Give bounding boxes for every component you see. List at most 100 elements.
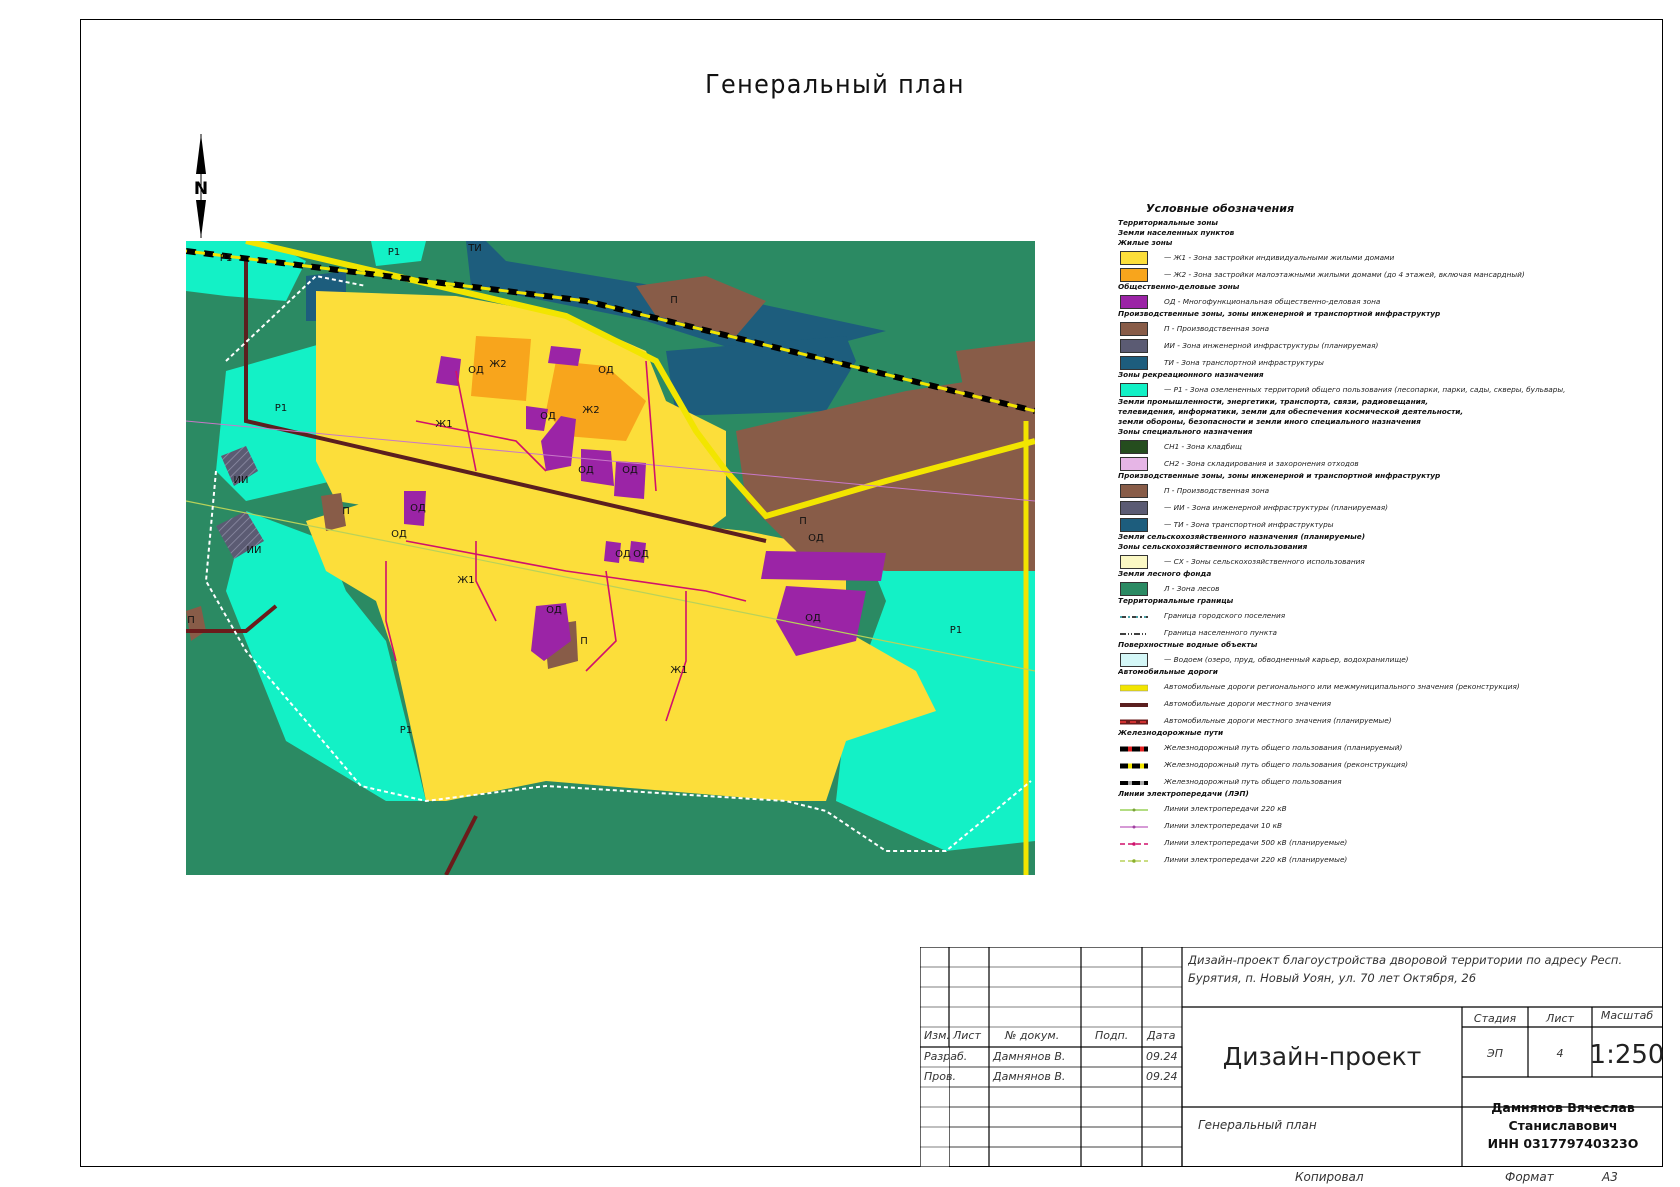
legend-item-label: — ТИ - Зона транспортной инфраструктуры xyxy=(1164,520,1334,529)
legend-swatch xyxy=(1120,582,1148,596)
zone-label: Ж1 xyxy=(435,419,452,430)
stamp-header-izm: Изм. xyxy=(924,1029,950,1042)
legend-heading: Зоны специального назначения xyxy=(1118,427,1253,436)
zone-label: ОД xyxy=(615,549,631,560)
legend-heading: Территориальные границы xyxy=(1118,596,1234,605)
zone-label: ОД xyxy=(391,529,407,540)
zone-label: ТИ xyxy=(467,243,482,254)
legend-heading: Территориальные зоны xyxy=(1118,218,1218,227)
legend-item-label: — Ж1 - Зона застройки индивидуальными жи… xyxy=(1164,253,1395,262)
legend-heading: Автомобильные дороги xyxy=(1118,667,1218,676)
zone-label: ИИ xyxy=(247,545,262,556)
legend-swatch xyxy=(1120,383,1148,397)
stamp-name: Дамнянов В. xyxy=(992,1070,1065,1083)
legend-item-label: Автомобильные дороги местного значения (… xyxy=(1164,716,1392,725)
legend-line-symbol xyxy=(1120,802,1148,816)
legend-line-symbol xyxy=(1120,714,1148,728)
zone-label: ОД xyxy=(410,503,426,514)
legend-item: Граница городского поселения xyxy=(1118,609,1568,625)
title-block: Изм. Лист № докум. Подп. Дата Разраб. Да… xyxy=(920,947,1663,1167)
stamp-role: Пров. xyxy=(924,1070,956,1083)
legend-heading: Земли промышленности, энергетики, трансп… xyxy=(1118,397,1429,406)
page-title: Генеральный план xyxy=(705,70,965,100)
legend-item-label: П - Производственная зона xyxy=(1164,486,1270,495)
zone-label: ОД xyxy=(578,465,594,476)
north-label: N xyxy=(194,179,208,199)
legend-item-label: Железнодорожный путь общего пользования … xyxy=(1164,743,1403,752)
scale-label: Масштаб xyxy=(1601,1009,1653,1022)
copied-label: Копировал xyxy=(1295,1170,1364,1184)
legend-item: П - Производственная зона xyxy=(1118,322,1568,338)
legend-item-label: Автомобильные дороги местного значения xyxy=(1164,699,1331,708)
legend-item-label: Железнодорожный путь общего пользования xyxy=(1164,777,1342,786)
stage-value: ЭП xyxy=(1486,1047,1503,1060)
legend-swatch xyxy=(1120,268,1148,282)
legend-item-label: ОД - Многофункциональная общественно-дел… xyxy=(1164,297,1381,306)
sheet-label: Лист xyxy=(1545,1012,1574,1025)
zone-label: Р1 xyxy=(400,725,412,736)
legend-item-label: Граница населенного пункта xyxy=(1164,628,1277,637)
legend-swatch xyxy=(1120,356,1148,370)
zone-label: Ж1 xyxy=(670,665,687,676)
project-description: Дизайн-проект благоустройства дворовой т… xyxy=(1188,953,1623,985)
legend: Условные обозначения Территориальные зон… xyxy=(1118,200,1568,920)
zone-label: Р1 xyxy=(950,625,962,636)
legend-heading: Общественно-деловые зоны xyxy=(1118,282,1240,291)
legend-item-label: Граница городского поселения xyxy=(1164,611,1286,620)
legend-item: СН1 - Зона кладбищ xyxy=(1118,440,1568,456)
author-name: Дамнянов Вячеслав xyxy=(1491,1100,1635,1115)
legend-line-symbol xyxy=(1120,853,1148,867)
legend-heading: Земли населенных пунктов xyxy=(1118,228,1235,237)
legend-item: Автомобильные дороги местного значения xyxy=(1118,697,1568,713)
zone-label: П xyxy=(580,636,588,647)
legend-item-label: Линии электропередачи 220 кВ xyxy=(1164,804,1287,813)
zone-label: Ж2 xyxy=(582,405,599,416)
zone-label: ОД xyxy=(622,465,638,476)
legend-heading: земли обороны, безопасности и земли иног… xyxy=(1118,417,1421,426)
legend-line-symbol xyxy=(1120,775,1148,789)
project-name: Дизайн-проект xyxy=(1223,1042,1422,1071)
legend-swatch xyxy=(1120,484,1148,498)
legend-item-label: П - Производственная зона xyxy=(1164,324,1270,333)
legend-heading: Поверхностные водные объекты xyxy=(1118,640,1258,649)
legend-item-label: — ИИ - Зона инженерной инфраструктуры (п… xyxy=(1164,503,1388,512)
legend-line-symbol xyxy=(1120,836,1148,850)
zone-label: ОД xyxy=(805,613,821,624)
legend-item: — Ж1 - Зона застройки индивидуальными жи… xyxy=(1118,251,1568,267)
legend-item: Линии электропередачи 220 кВ xyxy=(1118,802,1568,818)
stamp-role: Разраб. xyxy=(924,1050,967,1063)
legend-heading: телевидения, информатики, земли для обес… xyxy=(1118,407,1464,416)
legend-swatch xyxy=(1120,518,1148,532)
author-patronymic: Станиславович xyxy=(1509,1118,1618,1133)
legend-item: Автомобильные дороги регионального или м… xyxy=(1118,680,1568,696)
stamp-header-podp: Подп. xyxy=(1095,1029,1128,1042)
legend-line-symbol xyxy=(1119,680,1149,694)
zone-label: ОД xyxy=(633,549,649,560)
zone-label: ОД xyxy=(540,411,556,422)
legend-item: Линии электропередачи 220 кВ (планируемы… xyxy=(1118,853,1568,869)
legend-item-label: — Ж2 - Зона застройки малоэтажными жилым… xyxy=(1164,270,1525,279)
legend-heading: Жилые зоны xyxy=(1118,238,1173,247)
scale-value: 1:250 xyxy=(1590,1040,1663,1070)
zone-label: П xyxy=(342,506,350,517)
legend-item: Железнодорожный путь общего пользования … xyxy=(1118,758,1568,774)
legend-heading: Зоны рекреационного назначения xyxy=(1118,370,1264,379)
zone-label: ОД xyxy=(468,365,484,376)
zone-label: П xyxy=(670,295,678,306)
zone-label: Р1 xyxy=(220,253,232,264)
zone-label: ОД xyxy=(546,605,562,616)
stamp-header-list: Лист xyxy=(952,1029,981,1042)
legend-heading: Линии электропередачи (ЛЭП) xyxy=(1118,789,1249,798)
legend-line-symbol xyxy=(1120,758,1148,772)
zone-label: П xyxy=(799,516,807,527)
stamp-date: 09.24 xyxy=(1146,1050,1178,1063)
legend-line-symbol xyxy=(1120,819,1148,833)
sheet-title: Генеральный план xyxy=(1198,1118,1317,1132)
legend-item-label: Автомобильные дороги регионального или м… xyxy=(1164,682,1520,691)
legend-item-label: Железнодорожный путь общего пользования … xyxy=(1164,760,1409,769)
legend-item-label: Л - Зона лесов xyxy=(1164,584,1220,593)
legend-swatch xyxy=(1120,322,1148,336)
legend-line-symbol xyxy=(1120,697,1148,711)
legend-swatch xyxy=(1120,457,1148,471)
sheet-value: 4 xyxy=(1557,1047,1564,1060)
